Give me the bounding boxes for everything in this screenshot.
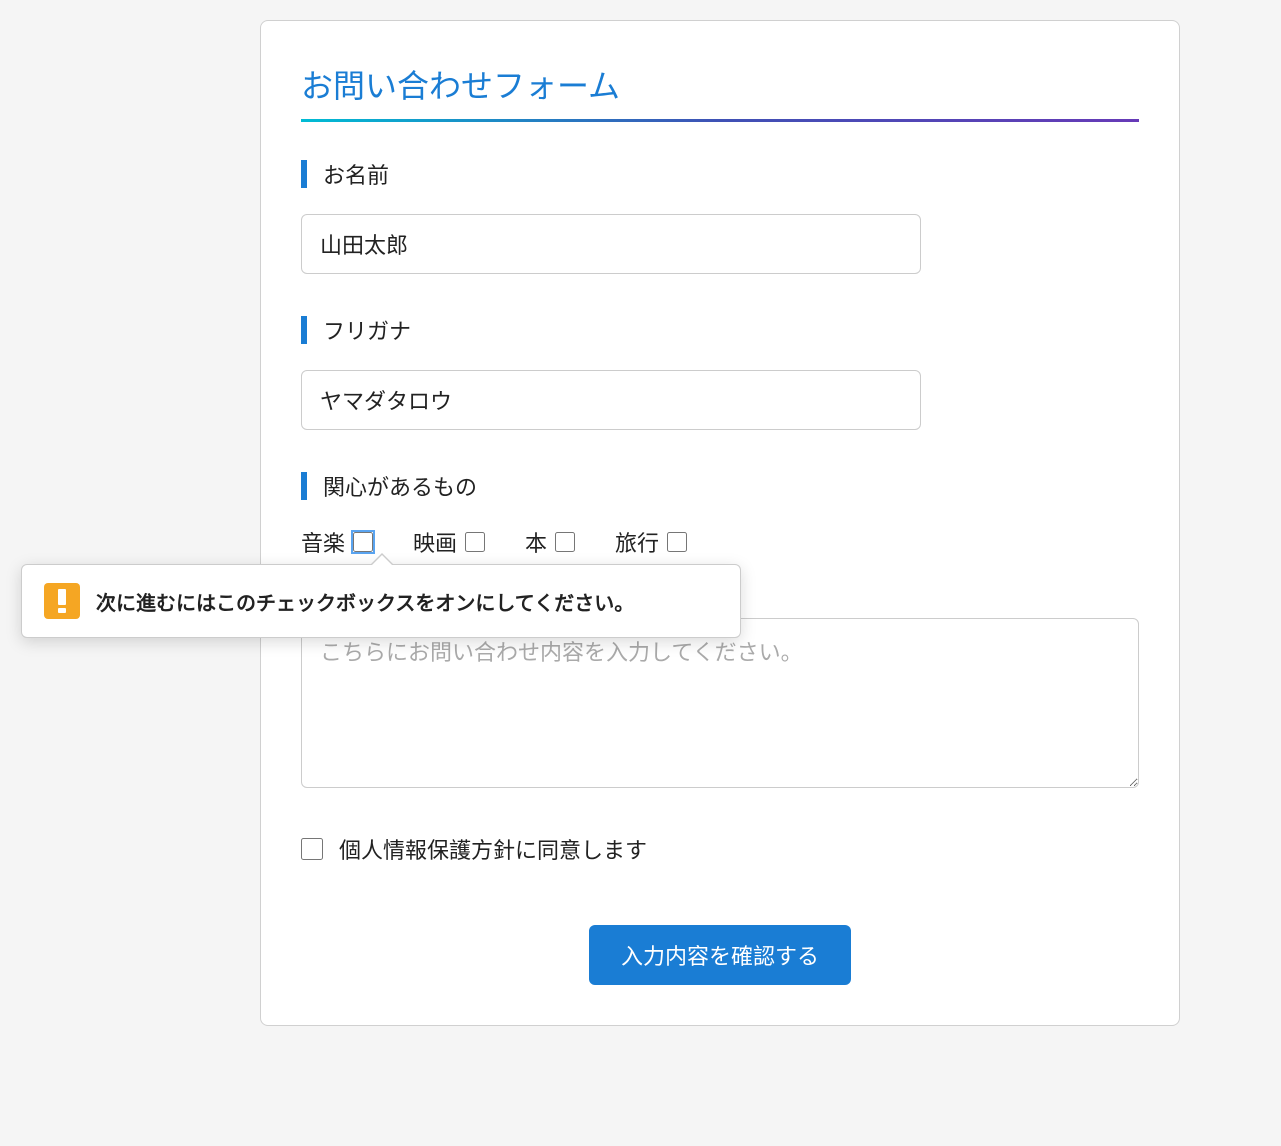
submit-row: 入力内容を確認する [301, 925, 1139, 985]
interest-checkbox-travel[interactable] [667, 532, 687, 552]
interest-option-book[interactable]: 本 [525, 526, 575, 558]
interests-row: 音楽 映画 本 旅行 [301, 526, 1139, 558]
furigana-label: フリガナ [301, 314, 1139, 346]
interest-label: 音楽 [301, 526, 345, 558]
agree-row[interactable]: 個人情報保護方針に同意します [301, 833, 1139, 865]
submit-button[interactable]: 入力内容を確認する [589, 925, 851, 985]
name-label: お名前 [301, 158, 1139, 190]
interest-label: 映画 [413, 526, 457, 558]
interest-checkbox-book[interactable] [555, 532, 575, 552]
interest-label: 本 [525, 526, 547, 558]
furigana-input[interactable] [301, 370, 921, 430]
interest-option-travel[interactable]: 旅行 [615, 526, 687, 558]
message-textarea[interactable] [301, 618, 1139, 788]
warning-icon [44, 583, 80, 619]
form-title: お問い合わせフォーム [301, 61, 1139, 122]
validation-tooltip: 次に進むにはこのチェックボックスをオンにしてください。 [21, 564, 741, 638]
name-input[interactable] [301, 214, 921, 274]
interest-label: 旅行 [615, 526, 659, 558]
interests-label: 関心があるもの [301, 470, 1139, 502]
tooltip-text: 次に進むにはこのチェックボックスをオンにしてください。 [96, 587, 634, 616]
contact-form: お問い合わせフォーム お名前 フリガナ 関心があるもの 音楽 映画 本 旅行 個… [260, 20, 1180, 1026]
interest-checkbox-movie[interactable] [465, 532, 485, 552]
interest-option-movie[interactable]: 映画 [413, 526, 485, 558]
agree-checkbox[interactable] [301, 838, 323, 860]
agree-label: 個人情報保護方針に同意します [339, 833, 647, 865]
interest-option-music[interactable]: 音楽 [301, 526, 373, 558]
interest-checkbox-music[interactable] [353, 532, 373, 552]
